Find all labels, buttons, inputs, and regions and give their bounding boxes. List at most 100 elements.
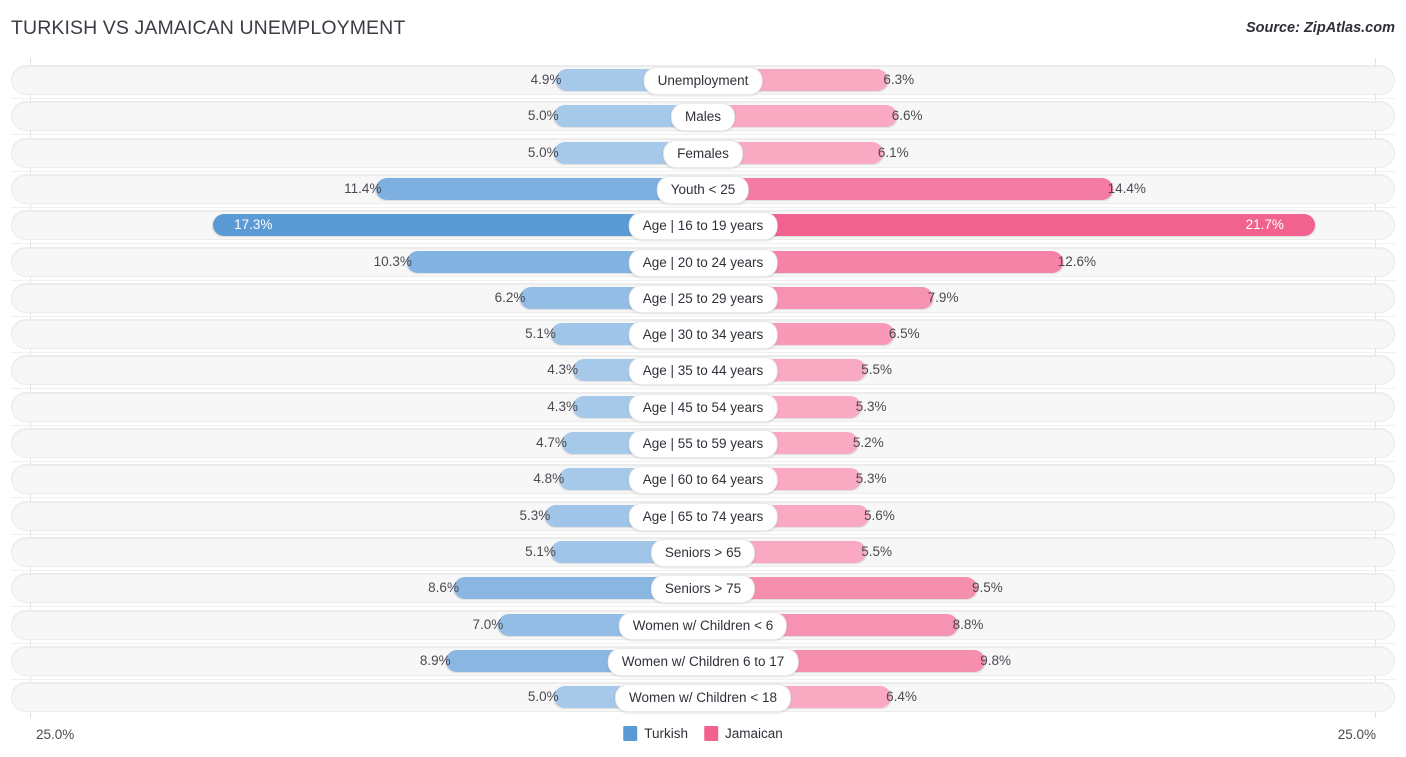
table-row[interactable]: 8.9% 9.8% Women w/ Children 6 to 17: [11, 646, 1395, 676]
value-label-jamaican: 5.6%: [864, 508, 895, 523]
table-row[interactable]: 5.1% 6.5% Age | 30 to 34 years: [11, 319, 1395, 349]
value-label-turkish: 5.3%: [519, 508, 551, 523]
legend-label-turkish: Turkish: [644, 726, 688, 741]
table-row[interactable]: 17.3% 21.7% Age | 16 to 19 years: [11, 210, 1395, 240]
table-row[interactable]: 4.7% 5.2% Age | 55 to 59 years: [11, 428, 1395, 458]
table-row[interactable]: 4.9% 6.3% Unemployment: [11, 65, 1395, 95]
row-separator: [11, 171, 1395, 172]
value-label-jamaican: 9.5%: [971, 580, 1003, 595]
value-label-jamaican: 5.5%: [861, 362, 893, 377]
table-row[interactable]: 11.4% 14.4% Youth < 25: [11, 174, 1395, 204]
table-row[interactable]: 4.3% 5.3% Age | 45 to 54 years: [11, 392, 1395, 422]
legend-item-jamaican[interactable]: Jamaican: [703, 726, 783, 741]
legend-swatch-turkish: [623, 726, 638, 741]
row-category-label: Unemployment: [643, 67, 763, 95]
table-row[interactable]: 5.0% 6.1% Females: [11, 138, 1395, 168]
value-label-jamaican: 6.6%: [891, 108, 923, 123]
row-category-label: Age | 35 to 44 years: [628, 357, 778, 385]
value-label-jamaican: 14.4%: [1107, 181, 1146, 196]
value-label-jamaican: 5.5%: [861, 544, 893, 559]
value-label-turkish: 5.0%: [527, 145, 559, 160]
row-category-label: Seniors > 75: [650, 575, 756, 603]
value-label-turkish: 4.7%: [536, 435, 567, 450]
chart-footer: 25.0% Turkish Jamaican 25.0%: [0, 718, 1406, 757]
table-row[interactable]: 4.3% 5.5% Age | 35 to 44 years: [11, 355, 1395, 385]
row-separator: [11, 534, 1395, 535]
value-label-jamaican: 5.3%: [855, 471, 887, 486]
row-category-label: Seniors > 65: [650, 539, 756, 567]
table-row[interactable]: 8.6% 9.5% Seniors > 75: [11, 573, 1395, 603]
value-label-turkish: 7.0%: [472, 617, 504, 632]
table-row[interactable]: 5.1% 5.5% Seniors > 65: [11, 537, 1395, 567]
row-category-label: Age | 20 to 24 years: [628, 249, 778, 277]
row-category-label: Age | 16 to 19 years: [628, 212, 778, 240]
row-category-label: Females: [663, 140, 743, 168]
value-label-turkish: 4.8%: [533, 471, 565, 486]
row-separator: [11, 316, 1395, 317]
axis-max-left: 25.0%: [36, 727, 75, 742]
table-row[interactable]: 5.0% 6.4% Women w/ Children < 18: [11, 682, 1395, 712]
bar-jamaican[interactable]: [714, 178, 1113, 200]
value-label-jamaican: 6.1%: [877, 145, 909, 160]
row-separator: [11, 207, 1395, 208]
row-category-label: Women w/ Children < 6: [618, 612, 788, 640]
value-label-jamaican: 21.7%: [1245, 217, 1284, 232]
value-label-turkish: 5.0%: [527, 108, 559, 123]
legend-item-turkish[interactable]: Turkish: [623, 726, 688, 741]
value-label-turkish: 5.1%: [525, 544, 556, 559]
chart-plot-area: 4.9% 6.3% Unemployment 5.0% 6.6% Males 5.0% 6.1…: [0, 58, 1406, 718]
page-title: TURKISH VS JAMAICAN UNEMPLOYMENT: [11, 17, 406, 39]
value-label-turkish: 11.4%: [344, 181, 382, 196]
row-separator: [11, 570, 1395, 571]
value-label-turkish: 5.1%: [525, 326, 556, 341]
value-label-turkish: 17.3%: [234, 217, 273, 232]
row-category-label: Age | 55 to 59 years: [628, 430, 778, 458]
row-separator: [11, 352, 1395, 353]
row-separator: [11, 643, 1395, 644]
row-separator: [11, 98, 1395, 99]
legend-swatch-jamaican: [703, 726, 718, 741]
value-label-turkish: 4.3%: [547, 362, 578, 377]
row-separator: [11, 134, 1395, 135]
row-separator: [11, 461, 1395, 462]
value-label-jamaican: 5.2%: [852, 435, 884, 450]
value-label-jamaican: 6.3%: [883, 72, 915, 87]
table-row[interactable]: 4.8% 5.3% Age | 60 to 64 years: [11, 464, 1395, 494]
row-separator: [11, 497, 1395, 498]
bar-jamaican[interactable]: [714, 105, 897, 127]
value-label-jamaican: 12.6%: [1057, 254, 1097, 269]
value-label-turkish: 4.3%: [547, 399, 578, 414]
row-category-label: Youth < 25: [656, 176, 750, 204]
row-separator: [11, 280, 1395, 281]
row-separator: [11, 243, 1395, 244]
axis-max-right: 25.0%: [1337, 727, 1376, 742]
value-label-jamaican: 9.8%: [980, 653, 1012, 668]
row-separator: [11, 425, 1395, 426]
row-category-label: Age | 45 to 54 years: [628, 394, 778, 422]
value-label-turkish: 8.6%: [428, 580, 459, 595]
bar-jamaican[interactable]: [714, 214, 1315, 236]
row-separator: [11, 679, 1395, 680]
row-separator: [11, 388, 1395, 389]
bar-turkish[interactable]: [213, 214, 692, 236]
table-row[interactable]: 5.0% 6.6% Males: [11, 101, 1395, 131]
source-attribution: Source: ZipAtlas.com: [1245, 20, 1395, 36]
table-row[interactable]: 6.2% 7.9% Age | 25 to 29 years: [11, 283, 1395, 313]
row-category-label: Women w/ Children < 18: [615, 684, 791, 712]
legend-label-jamaican: Jamaican: [724, 726, 783, 741]
value-label-jamaican: 6.4%: [886, 689, 917, 704]
value-label-turkish: 5.0%: [527, 689, 559, 704]
chart-header: TURKISH VS JAMAICAN UNEMPLOYMENT Source:…: [0, 0, 1406, 58]
row-category-label: Males: [670, 103, 736, 131]
value-label-jamaican: 7.9%: [927, 290, 959, 305]
row-category-label: Age | 25 to 29 years: [628, 285, 778, 313]
table-row[interactable]: 10.3% 12.6% Age | 20 to 24 years: [11, 247, 1395, 277]
row-category-label: Age | 30 to 34 years: [628, 321, 778, 349]
bar-turkish[interactable]: [376, 178, 692, 200]
value-label-jamaican: 5.3%: [855, 399, 887, 414]
table-row[interactable]: 5.3% 5.6% Age | 65 to 74 years: [11, 501, 1395, 531]
row-category-label: Women w/ Children 6 to 17: [607, 648, 799, 676]
value-label-jamaican: 8.8%: [952, 617, 984, 632]
row-separator: [11, 606, 1395, 607]
table-row[interactable]: 7.0% 8.8% Women w/ Children < 6: [11, 610, 1395, 640]
